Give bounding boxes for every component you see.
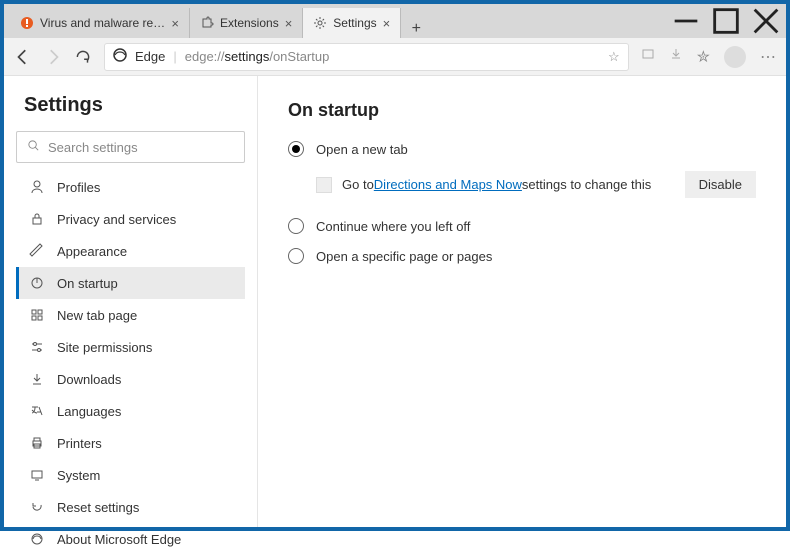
- sidebar-item-printers[interactable]: Printers: [16, 427, 245, 459]
- ext-text-suffix: settings to change this: [522, 177, 651, 192]
- sidebar-nav: Profiles Privacy and services Appearance…: [16, 171, 245, 555]
- maximize-button[interactable]: [706, 4, 746, 38]
- favorite-icon[interactable]: ☆: [608, 49, 620, 65]
- sidebar-item-appearance[interactable]: Appearance: [16, 235, 245, 267]
- tab-strip: Virus and malware removal instr × Extens…: [4, 4, 666, 38]
- radio-icon: [288, 218, 304, 234]
- forward-button[interactable]: [44, 48, 62, 66]
- tab-extensions[interactable]: Extensions ×: [190, 8, 303, 38]
- downloads-icon[interactable]: [669, 47, 683, 66]
- tab-settings[interactable]: Settings ×: [303, 8, 401, 38]
- brush-icon: [29, 243, 45, 259]
- tab-virus[interactable]: Virus and malware removal instr ×: [10, 8, 190, 38]
- extension-icon: [316, 177, 332, 193]
- page-heading: On startup: [288, 100, 756, 121]
- reset-icon: [29, 499, 45, 515]
- new-tab-button[interactable]: +: [401, 20, 431, 38]
- grid-icon: [29, 307, 45, 323]
- download-icon: [29, 371, 45, 387]
- sidebar-item-system[interactable]: System: [16, 459, 245, 491]
- more-icon[interactable]: ⋯: [760, 47, 776, 67]
- extension-override-row: Go to Directions and Maps Now settings t…: [316, 171, 756, 198]
- minimize-button[interactable]: [666, 4, 706, 38]
- close-icon[interactable]: ×: [285, 16, 293, 31]
- profile-avatar[interactable]: [724, 46, 746, 68]
- url-scheme: edge://: [185, 49, 225, 64]
- extension-link[interactable]: Directions and Maps Now: [374, 177, 522, 192]
- sidebar-title: Settings: [24, 94, 237, 117]
- reading-icon[interactable]: [641, 47, 655, 66]
- disable-button[interactable]: Disable: [685, 171, 756, 198]
- edge-icon: [29, 531, 45, 547]
- main-panel: On startup Open a new tab Go to Directio…: [258, 76, 786, 527]
- printer-icon: [29, 435, 45, 451]
- toolbar-icons: ✮ ⋯: [641, 46, 776, 68]
- option-label: Open a new tab: [316, 142, 408, 157]
- edge-logo-icon: [113, 48, 127, 65]
- option-continue[interactable]: Continue where you left off: [288, 218, 756, 234]
- option-label: Continue where you left off: [316, 219, 470, 234]
- option-specific[interactable]: Open a specific page or pages: [288, 248, 756, 264]
- titlebar: Virus and malware removal instr × Extens…: [4, 4, 786, 38]
- url-host: settings: [225, 49, 270, 64]
- search-input[interactable]: Search settings: [16, 131, 245, 163]
- profile-icon: [29, 179, 45, 195]
- radio-icon: [288, 141, 304, 157]
- option-open-new-tab[interactable]: Open a new tab: [288, 141, 756, 157]
- close-icon[interactable]: ×: [171, 16, 179, 31]
- gear-icon: [313, 16, 327, 30]
- tab-label: Settings: [333, 16, 376, 30]
- language-icon: [29, 403, 45, 419]
- sidebar-item-profiles[interactable]: Profiles: [16, 171, 245, 203]
- sidebar-item-about[interactable]: About Microsoft Edge: [16, 523, 245, 555]
- ext-text-prefix: Go to: [342, 177, 374, 192]
- radio-icon: [288, 248, 304, 264]
- search-icon: [27, 139, 40, 155]
- option-label: Open a specific page or pages: [316, 249, 492, 264]
- sidebar-item-privacy[interactable]: Privacy and services: [16, 203, 245, 235]
- close-icon[interactable]: ×: [383, 16, 391, 31]
- system-icon: [29, 467, 45, 483]
- puzzle-icon: [200, 16, 214, 30]
- tab-label: Extensions: [220, 16, 279, 30]
- refresh-button[interactable]: [74, 48, 92, 66]
- sliders-icon: [29, 339, 45, 355]
- content: Settings Search settings Profiles Privac…: [4, 76, 786, 527]
- back-button[interactable]: [14, 48, 32, 66]
- tab-label: Virus and malware removal instr: [40, 16, 165, 30]
- favorites-icon[interactable]: ✮: [697, 47, 710, 67]
- lock-icon: [29, 211, 45, 227]
- address-bar: Edge | edge://settings/onStartup ☆ ✮ ⋯: [4, 38, 786, 76]
- sidebar-item-permissions[interactable]: Site permissions: [16, 331, 245, 363]
- sidebar-item-newtab[interactable]: New tab page: [16, 299, 245, 331]
- sidebar-item-onstartup[interactable]: On startup: [16, 267, 245, 299]
- settings-sidebar: Settings Search settings Profiles Privac…: [4, 76, 258, 527]
- omnibox[interactable]: Edge | edge://settings/onStartup ☆: [104, 43, 629, 71]
- power-icon: [29, 275, 45, 291]
- sidebar-item-reset[interactable]: Reset settings: [16, 491, 245, 523]
- sidebar-item-downloads[interactable]: Downloads: [16, 363, 245, 395]
- search-placeholder: Search settings: [48, 140, 138, 155]
- window-controls: [666, 4, 786, 38]
- close-window-button[interactable]: [746, 4, 786, 38]
- url-path: /onStartup: [269, 49, 329, 64]
- favicon-icon: [20, 16, 34, 30]
- browser-label: Edge: [135, 49, 165, 64]
- sidebar-item-languages[interactable]: Languages: [16, 395, 245, 427]
